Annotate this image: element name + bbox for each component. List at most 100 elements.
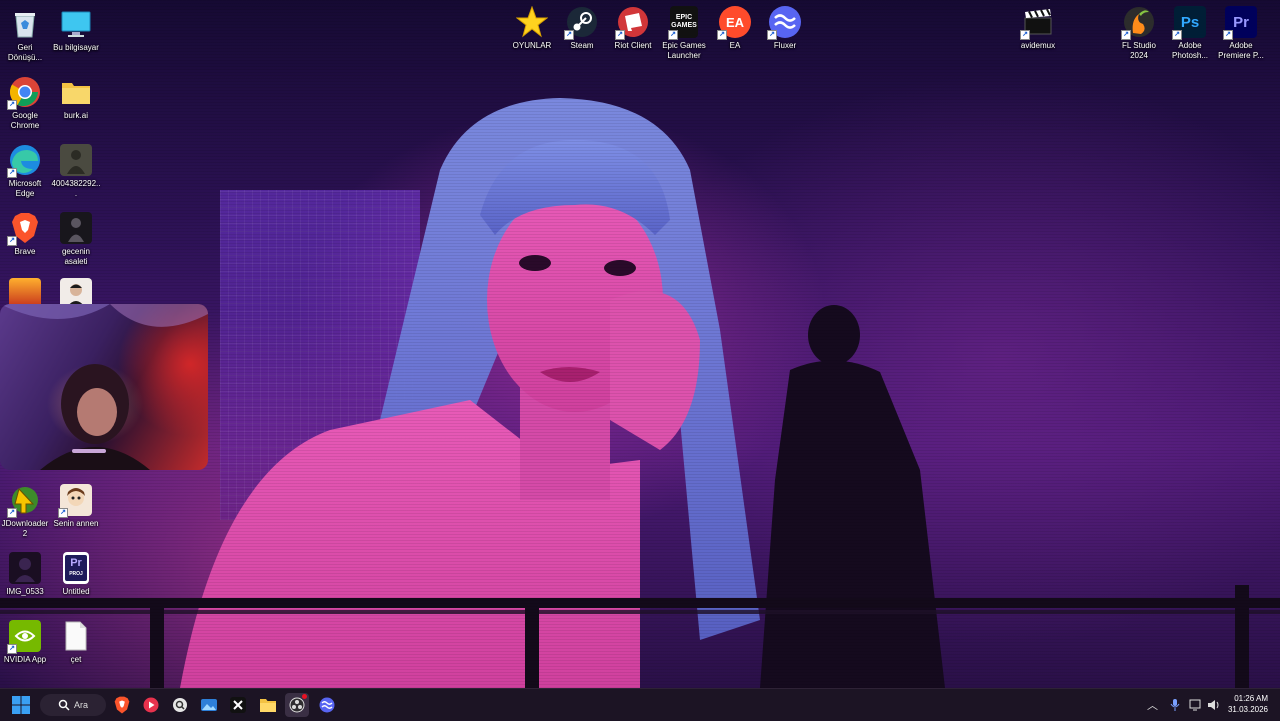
taskbar-fluxer[interactable] <box>315 693 339 717</box>
media-player-icon <box>143 697 159 713</box>
fluxer-icon <box>319 697 335 713</box>
shortcut-arrow-icon: ↗ <box>668 30 678 40</box>
taskbar-search[interactable]: Ara <box>40 694 106 716</box>
shortcut-arrow-icon: ↗ <box>7 508 17 518</box>
desktop-icon-label: Epic Games Launcher <box>662 41 706 60</box>
desktop-icon-label: burk.ai <box>63 111 88 120</box>
taskbar-capcut[interactable] <box>226 693 250 717</box>
desktop-icon-google-chrome[interactable]: ↗ Google Chrome <box>0 72 50 131</box>
desktop-icon-label: Adobe Premiere P... <box>1218 41 1264 60</box>
ea-logo-text: EA <box>725 14 745 30</box>
desktop-icon-brave[interactable]: ↗ Brave <box>0 208 50 257</box>
capcut-icon <box>230 697 246 713</box>
photos-icon <box>201 699 217 711</box>
desktop-icon-burk-ai[interactable]: burk.ai <box>51 72 101 121</box>
desktop-icon-label: Brave <box>14 247 36 256</box>
desktop-icon-label: Riot Client <box>614 41 652 50</box>
start-button[interactable] <box>9 693 33 717</box>
shortcut-arrow-icon: ↗ <box>1020 30 1030 40</box>
desktop-icon-jdownloader[interactable]: ↗ JDownloader 2 <box>0 480 50 539</box>
desktop-icon-label: FL Studio 2024 <box>1122 41 1156 60</box>
epic-games-logo-text: EPIC GAMES <box>671 14 697 29</box>
premiere-project-icon: Pr PROJ <box>63 552 89 584</box>
desktop-icon-avidemux[interactable]: ↗ avidemux <box>1013 2 1063 51</box>
obs-icon <box>289 697 305 713</box>
desktop-icon-adobe-premiere[interactable]: Pr ↗ Adobe Premiere P... <box>1216 2 1266 61</box>
brave-icon: ↗ <box>7 212 41 246</box>
desktop-icon-fl-studio[interactable]: ↗ FL Studio 2024 <box>1114 2 1164 61</box>
premiere-icon: Pr ↗ <box>1223 6 1257 40</box>
steam-icon: ↗ <box>564 6 598 40</box>
search-app-icon <box>173 698 187 712</box>
taskbar-file-explorer[interactable] <box>256 693 280 717</box>
webcam-feed <box>0 304 208 470</box>
shortcut-arrow-icon: ↗ <box>564 30 574 40</box>
desktop-icon-fluxer[interactable]: ↗ Fluxer <box>760 2 810 51</box>
photoshop-icon: Ps ↗ <box>1172 6 1206 40</box>
desktop-icon-epic-games[interactable]: EPIC GAMES ↗ Epic Games Launcher <box>659 2 709 61</box>
desktop-icon-gecenin-asaleti[interactable]: gecenin asaleti <box>51 208 101 267</box>
desktop-icon-this-pc[interactable]: Bu bilgisayar <box>51 4 101 53</box>
image-file-icon <box>60 144 92 176</box>
windows-logo-icon <box>12 696 30 714</box>
clock-time: 01:26 AM <box>1234 694 1268 703</box>
desktop-icon-label: avidemux <box>1020 41 1056 50</box>
shortcut-arrow-icon: ↗ <box>7 168 17 178</box>
taskbar-photos[interactable] <box>197 693 221 717</box>
desktop-icon-label: EA <box>729 41 741 50</box>
taskbar-brave[interactable] <box>110 693 134 717</box>
desktop-icon-riot-client[interactable]: ↗ Riot Client <box>608 2 658 51</box>
edge-icon: ↗ <box>7 144 41 178</box>
desktop-icon-label: IMG_0533 <box>6 587 44 596</box>
desktop-icon-steam[interactable]: ↗ Steam <box>557 2 607 51</box>
taskbar-search-app[interactable] <box>168 693 192 717</box>
shortcut-arrow-icon: ↗ <box>1223 30 1233 40</box>
desktop-icon-senin-annen[interactable]: ↗ Senin annen <box>51 480 101 529</box>
desktop-icon-label: Adobe Photosh... <box>1171 41 1209 60</box>
desktop-icon-label: Untitled <box>62 587 90 596</box>
desktop-icon-label: Geri Dönüşü... <box>7 43 43 62</box>
tray-network[interactable] <box>1189 689 1203 721</box>
desktop-icon-microsoft-edge[interactable]: ↗ Microsoft Edge <box>0 140 50 199</box>
taskbar: Ara ︿ 01:26 AM 31.03.2026 <box>0 688 1280 721</box>
taskbar-obs[interactable] <box>285 693 309 717</box>
shortcut-arrow-icon: ↗ <box>615 30 625 40</box>
nvidia-icon: ↗ <box>7 620 41 654</box>
desktop-icon-label: çet <box>70 655 82 664</box>
shortcut-arrow-icon: ↗ <box>7 236 17 246</box>
image-file-icon <box>9 552 41 584</box>
riot-icon: ↗ <box>615 6 649 40</box>
desktop-icon-nvidia-app[interactable]: ↗ NVIDIA App <box>0 616 50 665</box>
shortcut-arrow-icon: ↗ <box>7 644 17 654</box>
brave-icon <box>114 696 130 714</box>
network-icon <box>1189 699 1201 711</box>
desktop-icon-image-4004382292[interactable]: 4004382292... <box>51 140 101 199</box>
microphone-icon <box>1170 699 1180 711</box>
star-folder-icon <box>516 6 548 38</box>
clapperboard-icon: ↗ <box>1020 6 1054 40</box>
shortcut-arrow-icon: ↗ <box>7 100 17 110</box>
shortcut-arrow-icon: ↗ <box>767 30 777 40</box>
folder-icon <box>60 76 92 108</box>
ea-icon: EA ↗ <box>717 6 751 40</box>
taskbar-clock[interactable]: 01:26 AM 31.03.2026 <box>1228 693 1268 715</box>
desktop-icon-untitled-project[interactable]: Pr PROJ Untitled <box>51 548 101 597</box>
desktop-icon-label: Microsoft Edge <box>8 179 42 198</box>
fl-studio-icon: ↗ <box>1121 6 1155 40</box>
desktop-icon-recycle-bin[interactable]: Geri Dönüşü... <box>0 4 50 63</box>
desktop-icon-ea[interactable]: EA ↗ EA <box>710 2 760 51</box>
desktop-icon-img-0533[interactable]: IMG_0533 <box>0 548 50 597</box>
desktop-icon-oyunlar[interactable]: OYUNLAR <box>507 2 557 51</box>
volume-icon <box>1208 700 1219 710</box>
tray-overflow-button[interactable]: ︿ <box>1147 689 1158 721</box>
desktop-icon-label: gecenin asaleti <box>61 247 91 266</box>
tray-microphone[interactable] <box>1170 689 1180 721</box>
desktop-icon-adobe-photoshop[interactable]: Ps ↗ Adobe Photosh... <box>1165 2 1215 61</box>
recording-indicator-icon <box>302 694 307 699</box>
taskbar-media-player[interactable] <box>139 693 163 717</box>
text-file-icon <box>60 620 92 652</box>
desktop-icon-label: Bu bilgisayar <box>53 43 99 52</box>
desktop-icon-cet[interactable]: çet <box>51 616 101 665</box>
webcam-overlay[interactable] <box>0 304 208 470</box>
tray-volume[interactable] <box>1207 689 1221 721</box>
